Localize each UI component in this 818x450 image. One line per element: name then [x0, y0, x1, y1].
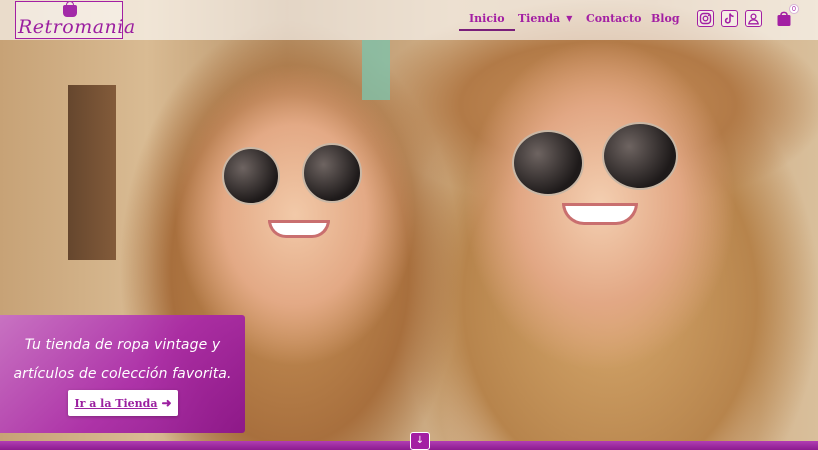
- chevron-down-icon: ▼: [566, 13, 573, 23]
- go-to-shop-button[interactable]: Ir a la Tienda ➜: [68, 390, 178, 416]
- site-header: Retromania Inicio Tienda ▼ Contacto Blog: [0, 0, 818, 40]
- logo-text: Retromania: [18, 16, 136, 38]
- arrow-down-icon: ↓: [415, 435, 425, 446]
- arrow-right-icon: ➜: [161, 396, 172, 410]
- site-logo[interactable]: Retromania: [15, 1, 136, 39]
- cart-count-badge: 0: [789, 4, 799, 14]
- right-sunglasses-lens: [602, 122, 678, 190]
- tiktok-icon[interactable]: [721, 10, 738, 27]
- nav-item-label: Tienda: [518, 12, 561, 25]
- right-sunglasses-lens: [512, 130, 584, 196]
- section-divider-band: [0, 441, 818, 450]
- scroll-down-button[interactable]: ↓: [410, 432, 430, 450]
- smile: [562, 203, 638, 225]
- nav-item-contacto[interactable]: Contacto: [586, 12, 641, 25]
- nav-item-blog[interactable]: Blog: [651, 12, 680, 25]
- smile: [268, 220, 330, 238]
- background-pillar: [362, 40, 390, 100]
- left-sunglasses-lens: [222, 147, 280, 205]
- background-door: [68, 85, 116, 260]
- nav-item-inicio[interactable]: Inicio: [459, 12, 514, 31]
- left-sunglasses-lens: [302, 143, 362, 203]
- button-label: Ir a la Tienda: [74, 397, 158, 410]
- hero-promo-card: Tu tienda de ropa vintage y artículos de…: [0, 315, 245, 433]
- instagram-icon[interactable]: [697, 10, 714, 27]
- user-account-icon[interactable]: [745, 10, 762, 27]
- nav-item-tienda[interactable]: Tienda ▼: [518, 12, 572, 25]
- hero-tagline: Tu tienda de ropa vintage y artículos de…: [13, 337, 232, 382]
